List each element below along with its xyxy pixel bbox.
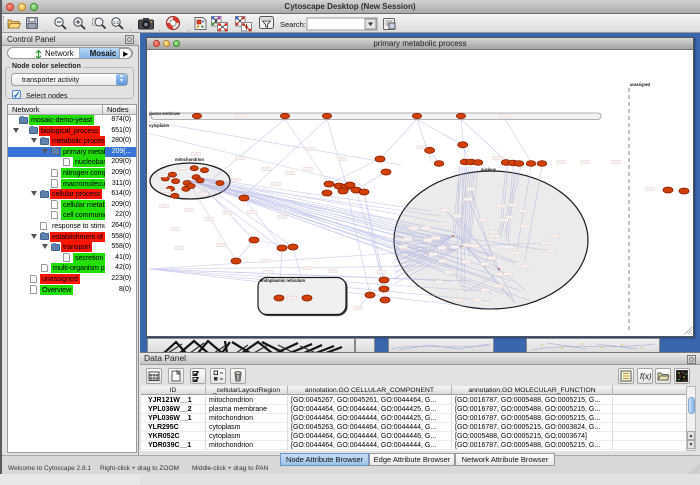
svg-text:endoplasmic reticulum: endoplasmic reticulum <box>260 278 305 283</box>
svg-text:Search:: Search: <box>280 20 306 29</box>
svg-text:cytoplasm: cytoplasm <box>149 123 169 128</box>
svg-text:mitochondrion: mitochondrion <box>175 157 204 162</box>
svg-text:plasma membrane: plasma membrane <box>149 111 180 116</box>
svg-text:1:1: 1:1 <box>113 20 120 25</box>
svg-text:f(x): f(x) <box>640 372 652 381</box>
svg-text:unassigned: unassigned <box>630 82 650 87</box>
svg-text:nucleus: nucleus <box>481 167 496 172</box>
